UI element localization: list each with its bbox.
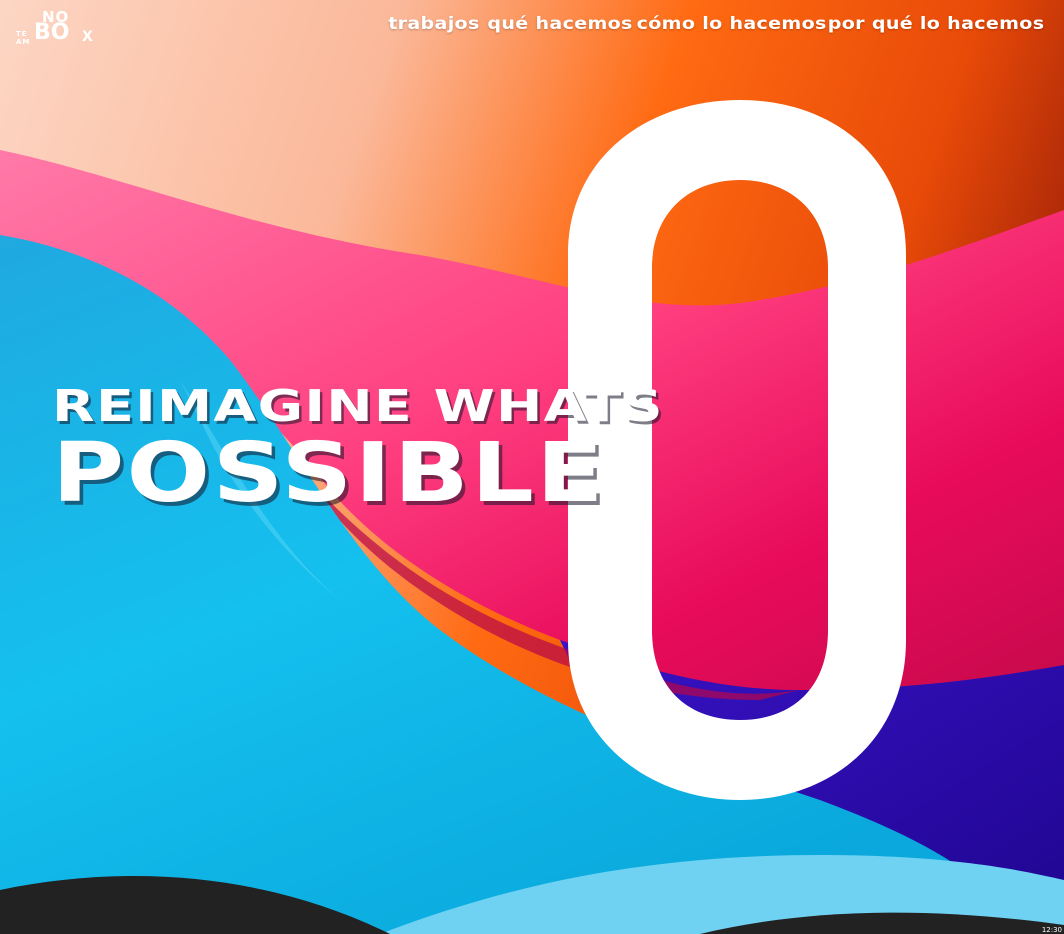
- hero-headline: REIMAGINE WHATS POSSIBLE: [52, 383, 663, 517]
- logo-te: TE: [16, 30, 28, 38]
- nav-item-por-que-lo-hacemos[interactable]: por qué lo hacemos: [827, 14, 1044, 34]
- nav-item-como-lo-hacemos[interactable]: cómo lo hacemos: [637, 14, 827, 34]
- nav-item-trabajos[interactable]: trabajos: [388, 14, 479, 34]
- landing-page: TE AM NO BO X trabajos qué hacemos cómo …: [0, 0, 1064, 934]
- nav-item-que-hacemos[interactable]: qué hacemos: [488, 14, 633, 34]
- logo-box: BO: [34, 20, 70, 45]
- teamnobox-logo[interactable]: TE AM NO BO X: [14, 8, 98, 46]
- hero-line-1: REIMAGINE WHATS: [52, 381, 664, 433]
- main-nav: trabajos qué hacemos cómo lo hacemos por…: [388, 14, 1044, 34]
- hero-line-2: POSSIBLE: [52, 426, 606, 522]
- logo-x: X: [82, 29, 93, 45]
- taskbar-clock: 12:30: [1041, 926, 1062, 934]
- logo-am: AM: [16, 38, 31, 46]
